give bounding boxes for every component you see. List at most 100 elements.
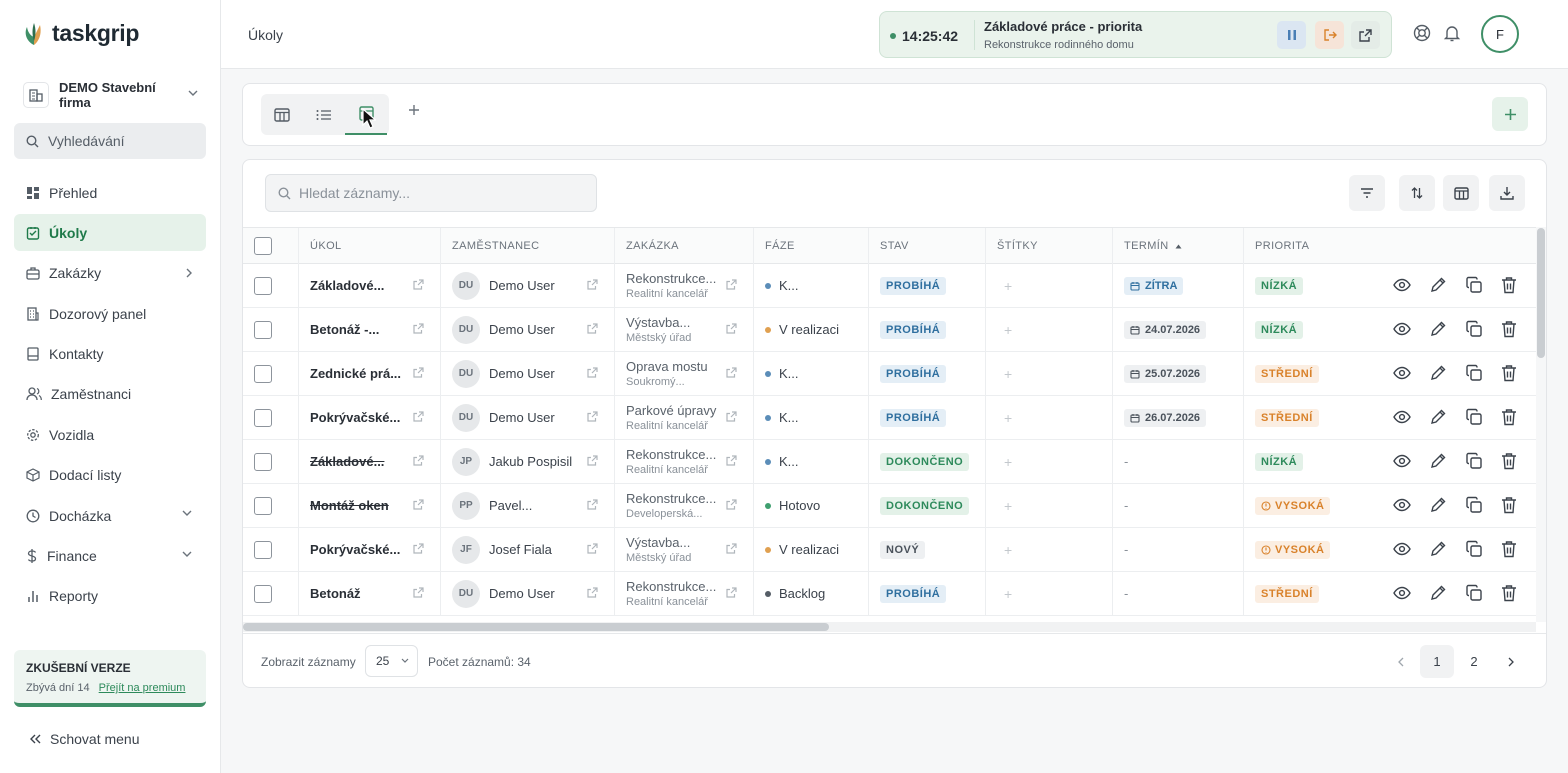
deadline-cell[interactable]: 24.07.2026 (1112, 308, 1243, 351)
scrollbar-thumb[interactable] (1537, 228, 1545, 358)
external-link-icon[interactable] (413, 543, 424, 554)
add-view-icon[interactable] (408, 104, 420, 116)
task-name[interactable]: Pokrývačské... (310, 542, 400, 557)
employee-cell[interactable]: PP Pavel... (440, 484, 614, 527)
phase-cell[interactable]: V realizaci (753, 308, 868, 351)
project-cell[interactable]: Oprava mostu Soukromý... (614, 352, 753, 395)
sidebar-item-kontakty[interactable]: Kontakty (14, 336, 206, 373)
external-link-icon[interactable] (413, 367, 424, 378)
columns-button[interactable] (1443, 175, 1479, 211)
column-header-zakazka[interactable]: ZAKÁZKA (614, 228, 753, 264)
eye-icon[interactable] (1393, 320, 1411, 338)
project-cell[interactable]: Výstavba... Městský úřad (614, 308, 753, 351)
table-row[interactable]: Základové... DU Demo User Rekonstrukce... Re… (243, 264, 1536, 308)
tags-cell[interactable]: + (985, 528, 1112, 571)
external-link-icon[interactable] (413, 499, 424, 510)
table-row[interactable]: Pokrývačské... JF Josef Fiala Výstavba... Mě… (243, 528, 1536, 572)
copy-icon[interactable] (1465, 540, 1483, 558)
task-name[interactable]: Betonáž -... (310, 322, 379, 337)
tab-table-view[interactable] (261, 94, 303, 135)
phase-cell[interactable]: K... (753, 264, 868, 307)
phase-cell[interactable]: K... (753, 440, 868, 483)
trash-icon[interactable] (1501, 584, 1517, 602)
deadline-cell[interactable]: - (1112, 440, 1243, 483)
external-link-icon[interactable] (413, 587, 424, 598)
task-cell[interactable]: Pokrývačské... (298, 528, 440, 571)
add-tag-icon[interactable]: + (1004, 366, 1012, 382)
tags-cell[interactable]: + (985, 484, 1112, 527)
employee-cell[interactable]: DU Demo User (440, 352, 614, 395)
table-search-input[interactable]: Hledat záznamy... (265, 174, 597, 212)
row-checkbox[interactable] (254, 276, 272, 295)
sidebar-item-ukoly[interactable]: Úkoly (14, 214, 206, 252)
column-header-termin[interactable]: TERMÍN (1112, 228, 1243, 264)
sort-button[interactable] (1399, 175, 1435, 211)
open-task-button[interactable] (1351, 21, 1380, 49)
premium-link[interactable]: Přejít na premium (99, 682, 186, 694)
eye-icon[interactable] (1393, 540, 1411, 558)
page-2-button[interactable]: 2 (1457, 645, 1491, 678)
export-button[interactable] (1489, 175, 1525, 211)
external-link-icon[interactable] (587, 587, 598, 598)
tab-list-view[interactable] (303, 94, 345, 135)
vertical-scrollbar[interactable] (1536, 227, 1546, 622)
tags-cell[interactable]: + (985, 308, 1112, 351)
deadline-cell[interactable]: 25.07.2026 (1112, 352, 1243, 395)
phase-cell[interactable]: K... (753, 352, 868, 395)
external-link-icon[interactable] (726, 367, 737, 378)
edit-icon[interactable] (1429, 496, 1447, 514)
active-timer[interactable]: 14:25:42 Základové práce - priorita Reko… (879, 11, 1392, 58)
add-tag-icon[interactable]: + (1004, 454, 1012, 470)
add-tag-icon[interactable]: + (1004, 322, 1012, 338)
add-task-button[interactable] (1492, 97, 1528, 131)
trash-icon[interactable] (1501, 540, 1517, 558)
table-row[interactable]: Zednické prá... DU Demo User Oprava mostu So… (243, 352, 1536, 396)
deadline-cell[interactable]: 26.07.2026 (1112, 396, 1243, 439)
phase-cell[interactable]: Hotovo (753, 484, 868, 527)
copy-icon[interactable] (1465, 320, 1483, 338)
row-checkbox[interactable] (254, 584, 272, 603)
status-cell[interactable]: PROBÍHÁ (868, 264, 985, 307)
status-cell[interactable]: PROBÍHÁ (868, 308, 985, 351)
copy-icon[interactable] (1465, 496, 1483, 514)
task-cell[interactable]: Základové... (298, 264, 440, 307)
table-row[interactable]: Montáž oken PP Pavel... Rekonstrukce... Deve… (243, 484, 1536, 528)
task-name[interactable]: Základové... (310, 278, 384, 293)
task-cell[interactable]: Betonáž (298, 572, 440, 615)
table-row[interactable]: Betonáž -... DU Demo User Výstavba... Městsk… (243, 308, 1536, 352)
sidebar-item-reporty[interactable]: Reporty (14, 578, 206, 615)
row-checkbox[interactable] (254, 452, 272, 471)
column-header-priorita[interactable]: PRIORITA (1243, 228, 1536, 264)
table-row[interactable]: Pokrývačské... DU Demo User Parkové úpravy R… (243, 396, 1536, 440)
tags-cell[interactable]: + (985, 440, 1112, 483)
copy-icon[interactable] (1465, 584, 1483, 602)
table-row[interactable]: Základové... JP Jakub Pospisil Rekonstrukce… (243, 440, 1536, 484)
scrollbar-thumb[interactable] (243, 623, 829, 631)
eye-icon[interactable] (1393, 584, 1411, 602)
column-header-zamestnanec[interactable]: ZAMĚSTNANEC (440, 228, 614, 264)
copy-icon[interactable] (1465, 364, 1483, 382)
sidebar-item-vozidla[interactable]: Vozidla (14, 416, 206, 453)
task-cell[interactable]: Betonáž -... (298, 308, 440, 351)
project-cell[interactable]: Parkové úpravy Realitní kancelář (614, 396, 753, 439)
add-tag-icon[interactable]: + (1004, 410, 1012, 426)
task-cell[interactable]: Montáž oken (298, 484, 440, 527)
filter-button[interactable] (1349, 175, 1385, 211)
add-tag-icon[interactable]: + (1004, 278, 1012, 294)
project-cell[interactable]: Výstavba... Městský úřad (614, 528, 753, 571)
task-name[interactable]: Montáž oken (310, 498, 389, 513)
external-link-icon[interactable] (726, 499, 737, 510)
column-header-ukol[interactable]: ÚKOL (298, 228, 440, 264)
edit-icon[interactable] (1429, 452, 1447, 470)
external-link-icon[interactable] (726, 587, 737, 598)
employee-cell[interactable]: DU Demo User (440, 264, 614, 307)
status-cell[interactable]: DOKONČENO (868, 484, 985, 527)
tags-cell[interactable]: + (985, 352, 1112, 395)
edit-icon[interactable] (1429, 276, 1447, 294)
project-cell[interactable]: Rekonstrukce... Developerská... (614, 484, 753, 527)
phase-cell[interactable]: Backlog (753, 572, 868, 615)
row-checkbox[interactable] (254, 540, 272, 559)
eye-icon[interactable] (1393, 496, 1411, 514)
external-link-icon[interactable] (726, 279, 737, 290)
status-cell[interactable]: DOKONČENO (868, 440, 985, 483)
